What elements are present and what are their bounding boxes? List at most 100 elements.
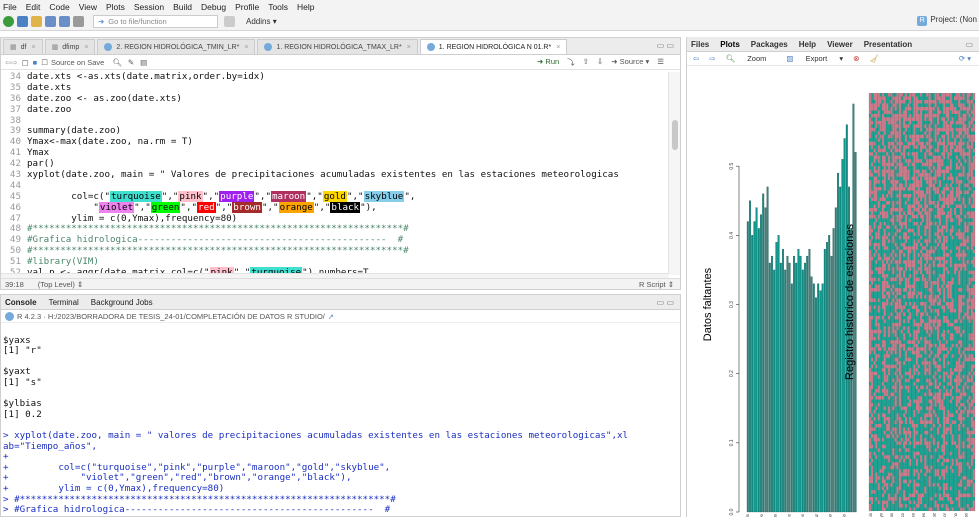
heatmap-cell [966, 152, 969, 156]
heatmap-cell [928, 371, 931, 376]
editor-tab[interactable]: 2. REGION HIDROLÓGICA_TMIN_LR* × [97, 39, 256, 54]
heatmap-cell [913, 430, 916, 435]
remove-plot-icon[interactable]: ⊗ [853, 54, 859, 63]
print-icon[interactable] [73, 16, 84, 27]
save-file-icon[interactable]: ■ [33, 58, 38, 67]
heatmap-cell [962, 148, 965, 153]
save-all-icon[interactable] [59, 16, 70, 27]
tab-packages[interactable]: Packages [751, 40, 788, 49]
tab-viewer[interactable]: Viewer [827, 40, 853, 49]
heatmap-cell [958, 298, 961, 303]
heatmap-cell [968, 347, 971, 351]
open-file-icon[interactable] [31, 16, 42, 27]
heatmap-cell [958, 465, 961, 470]
go-down-icon[interactable]: ⇩ [597, 57, 603, 68]
project-menu[interactable]: R Project: (Non [917, 15, 977, 26]
editor-tab[interactable]: ▦ dfimp × [44, 39, 96, 54]
go-to-directory-icon[interactable]: ➚ [328, 312, 334, 321]
editor-vertical-scrollbar[interactable] [668, 72, 680, 275]
console-tab-background-jobs[interactable]: Background Jobs [91, 298, 153, 307]
tab-help[interactable]: Help [799, 40, 816, 49]
heatmap-cell [883, 378, 887, 383]
heatmap-cell [968, 270, 971, 275]
source-button[interactable]: ➜ Source ▾ [611, 57, 649, 68]
heatmap-cell [896, 336, 899, 341]
heatmap-cell [905, 194, 908, 198]
line-number: 46 [9, 201, 21, 213]
file-type-selector[interactable]: R Script ⇕ [639, 280, 674, 289]
heatmap-cell [898, 110, 901, 114]
back-icon[interactable]: ⇦⇨ [5, 58, 18, 67]
heatmap-cell [949, 281, 952, 285]
console-tab-console[interactable]: Console [5, 298, 37, 307]
close-icon[interactable]: × [31, 44, 35, 51]
heatmap-cell [890, 465, 893, 470]
menu-build[interactable]: Build [173, 2, 192, 12]
menu-tools[interactable]: Tools [268, 2, 288, 12]
outline-icon[interactable]: ☰ [657, 57, 664, 68]
menu-file[interactable]: File [3, 2, 17, 12]
zoom-button[interactable]: 🔍︎ Zoom [726, 54, 777, 63]
grid-icon[interactable] [224, 16, 235, 27]
code-editor[interactable]: 34 date.xts <-as.xts(date.matrix,order.by… [1, 72, 669, 275]
heatmap-cell [917, 406, 920, 411]
editor-tab[interactable]: 1. REGION HIDROLÓGICA_TMAX_LR* × [257, 39, 418, 54]
heatmap-cell [936, 504, 940, 508]
search-icon[interactable]: 🔍︎ [112, 58, 122, 67]
new-project-icon[interactable] [17, 16, 28, 27]
heatmap-cell [951, 396, 954, 400]
editor-tab[interactable]: ▦ df × [3, 39, 43, 54]
go-up-icon[interactable]: ⇧ [583, 57, 589, 68]
console-output[interactable]: $yaxs [1] "r" $yaxt [1] "s" $ylbias [1] 0.2 > … [3, 325, 679, 515]
close-icon[interactable]: × [407, 44, 411, 51]
heatmap-cell [919, 176, 923, 181]
close-icon[interactable]: × [244, 44, 248, 51]
save-icon[interactable] [45, 16, 56, 27]
tab-files[interactable]: Files [691, 40, 709, 49]
heatmap-cell [869, 277, 872, 282]
heatmap-cell [924, 124, 927, 128]
code-tools-icon[interactable]: ✎ [128, 58, 134, 67]
editor-tab[interactable]: 1. REGION HIDROLÓGICA N 01.R* × [419, 39, 568, 54]
tab-presentation[interactable]: Presentation [864, 40, 912, 49]
menu-plots[interactable]: Plots [106, 2, 125, 12]
menu-debug[interactable]: Debug [201, 2, 226, 12]
plots-pane-controls[interactable]: ▭ [965, 40, 973, 49]
menu-view[interactable]: View [79, 2, 97, 12]
broom-icon[interactable]: 🧹︎ [869, 54, 879, 63]
run-button[interactable]: ➜ Run [537, 57, 559, 68]
menu-help[interactable]: Help [297, 2, 314, 12]
heatmap-cell [930, 427, 933, 431]
menu-code[interactable]: Code [49, 2, 69, 12]
scope-selector[interactable]: (Top Level) ⇕ [38, 280, 83, 289]
console-tab-terminal[interactable]: Terminal [49, 298, 79, 307]
menu-edit[interactable]: Edit [26, 2, 41, 12]
menu-profile[interactable]: Profile [235, 2, 259, 12]
heatmap-cell [883, 490, 887, 494]
compile-report-icon[interactable]: ▤ [140, 58, 147, 67]
new-file-icon[interactable] [3, 16, 14, 27]
editor-pane-controls[interactable]: ▭ ▭ [657, 41, 674, 50]
heatmap-cell [909, 288, 912, 292]
export-button[interactable]: ▨ Export ▾ [786, 54, 843, 63]
heatmap-cell [958, 117, 961, 121]
refresh-icon[interactable]: ⟳ ▾ [959, 54, 971, 63]
heatmap-cell [894, 138, 897, 142]
close-icon[interactable]: × [556, 44, 560, 51]
next-plot-icon[interactable]: ⇨ [709, 54, 715, 63]
tab-plots[interactable]: Plots [720, 40, 740, 49]
prev-plot-icon[interactable]: ⇦ [693, 54, 699, 63]
close-icon[interactable]: × [84, 44, 88, 51]
heatmap-cell [943, 124, 946, 128]
rerun-icon[interactable]: ⤵ [567, 57, 575, 68]
menu-session[interactable]: Session [134, 2, 164, 12]
show-in-window-icon[interactable]: ▢ [22, 58, 29, 67]
heatmap-cell [869, 444, 872, 449]
addins-menu[interactable]: Addins ▾ [246, 17, 277, 26]
goto-file-input[interactable]: ➜ Go to file/function [93, 15, 218, 28]
heatmap-cell [930, 416, 933, 421]
heatmap-cell [960, 413, 963, 417]
source-on-save-checkbox[interactable]: ☐ [41, 58, 48, 67]
console-pane-controls[interactable]: ▭ ▭ [657, 298, 674, 307]
heatmap-cell [877, 159, 880, 163]
